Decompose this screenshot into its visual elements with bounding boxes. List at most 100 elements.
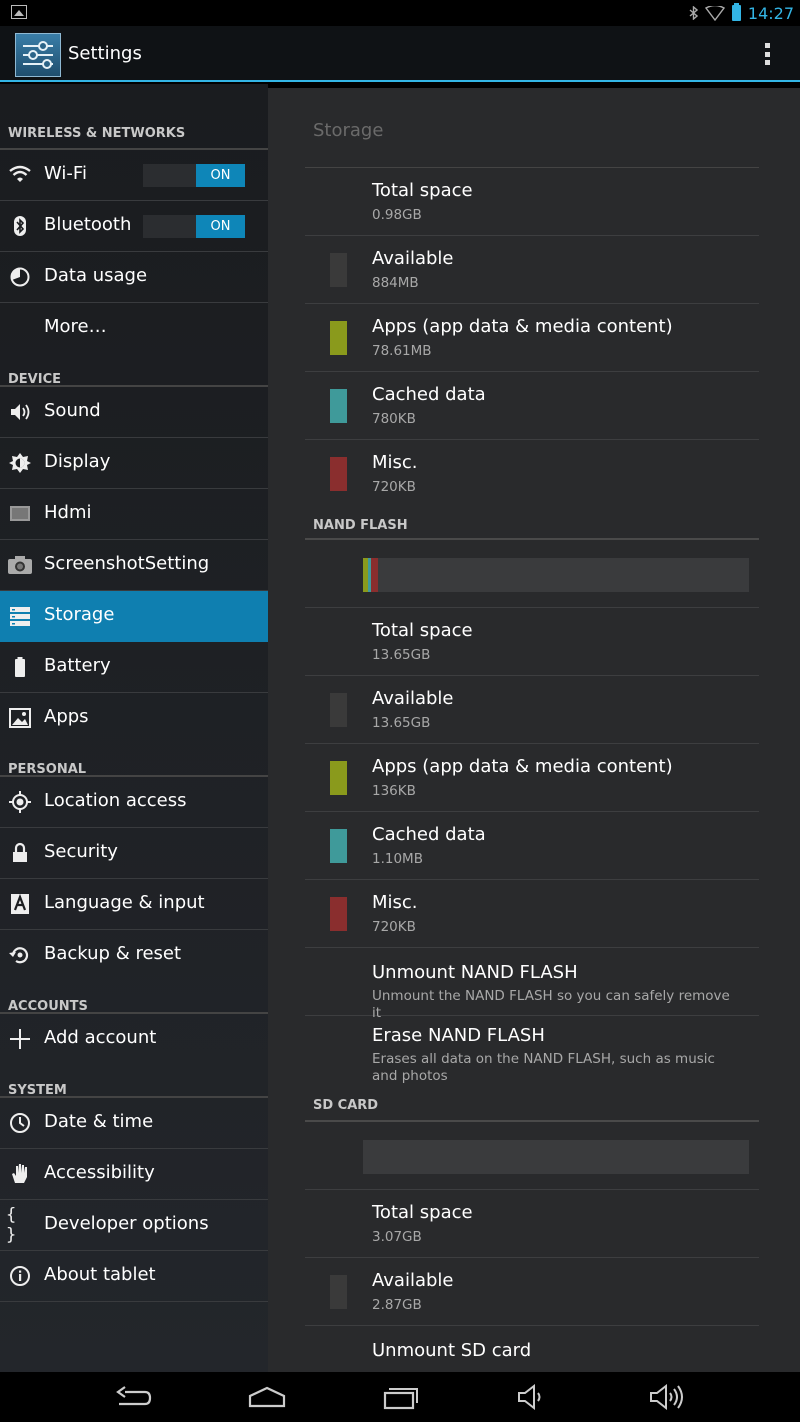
storage-row-available: Available 884MB [305, 236, 759, 304]
sidebar-item-language[interactable]: Language & input [0, 879, 268, 930]
storage-row-name: Misc. [372, 892, 418, 913]
storage-row-name: Misc. [372, 452, 418, 473]
color-swatch [330, 253, 347, 287]
sidebar-item-backup[interactable]: Backup & reset [0, 930, 268, 981]
sidebar-item-label: Date & time [44, 1111, 154, 1132]
bar-segment-misc [371, 558, 378, 592]
volume-up-icon[interactable] [648, 1384, 688, 1410]
back-icon[interactable] [113, 1384, 153, 1410]
storage-row-name: Available [372, 688, 454, 709]
volume-down-icon[interactable] [514, 1384, 554, 1410]
action-bar: Settings [0, 26, 800, 82]
action-title: Erase NAND FLASH [372, 1025, 545, 1046]
storage-row-value: 0.98GB [372, 207, 422, 223]
home-icon[interactable] [247, 1384, 287, 1410]
sidebar-item-storage[interactable]: Storage [0, 591, 268, 642]
sidebar-item-label: Security [44, 841, 118, 862]
status-bar: 14:27 [0, 0, 800, 26]
storage-row-apps[interactable]: Apps (app data & media content) 78.61MB [305, 304, 759, 372]
nand-usage-bar [363, 558, 749, 592]
sidebar-item-more[interactable]: More… [0, 303, 268, 354]
backup-icon [9, 947, 29, 964]
storage-row-cached[interactable]: Cached data 780KB [305, 372, 759, 440]
storage-row-value: 780KB [372, 411, 416, 427]
storage-row-name: Total space [372, 1202, 473, 1223]
color-swatch [330, 761, 347, 795]
location-icon [9, 791, 31, 813]
sidebar-item-apps[interactable]: Apps [0, 693, 268, 744]
sidebar-item-label: Accessibility [44, 1162, 155, 1183]
page-title: Storage [305, 88, 759, 168]
storage-row-available: Available 2.87GB [305, 1258, 759, 1326]
storage-row-value: 136KB [372, 783, 416, 799]
unmount-nand-button[interactable]: Unmount NAND FLASH Unmount the NAND FLAS… [305, 948, 759, 1021]
sidebar-item-developer[interactable]: { } Developer options [0, 1200, 268, 1251]
sidebar-item-hdmi[interactable]: Hdmi [0, 489, 268, 540]
clock-icon [10, 1113, 30, 1133]
section-header-system: SYSTEM [0, 1065, 268, 1098]
sidebar-item-bluetooth[interactable]: Bluetooth ON [0, 201, 268, 252]
sidebar-item-sound[interactable]: Sound [0, 387, 268, 438]
wifi-icon [9, 165, 31, 182]
sidebar-item-label: Developer options [44, 1213, 209, 1234]
sd-usage-bar [363, 1140, 749, 1174]
bluetooth-toggle[interactable]: ON [143, 215, 245, 238]
sidebar-item-add-account[interactable]: Add account [0, 1014, 268, 1065]
sidebar-item-label: Hdmi [44, 502, 92, 523]
section-header-wireless: WIRELESS & NETWORKS [0, 84, 268, 150]
color-swatch [330, 829, 347, 863]
sidebar-item-battery[interactable]: Battery [0, 642, 268, 693]
sidebar-item-accessibility[interactable]: Accessibility [0, 1149, 268, 1200]
sidebar-item-location[interactable]: Location access [0, 777, 268, 828]
storage-row-name: Cached data [372, 384, 486, 405]
brightness-icon [9, 453, 31, 473]
unmount-sd-button[interactable]: Unmount SD card [305, 1326, 759, 1372]
speaker-icon [11, 404, 30, 420]
storage-row-name: Available [372, 1270, 454, 1291]
wifi-toggle[interactable]: ON [143, 164, 245, 187]
settings-sliders-icon[interactable] [15, 33, 61, 77]
hand-icon [12, 1164, 27, 1183]
nand-usage-row [305, 540, 759, 608]
clock-time: 14:27 [747, 3, 794, 23]
sidebar-item-label: Wi-Fi [44, 163, 87, 184]
storage-row-total: Total space 13.65GB [305, 608, 759, 676]
color-swatch [330, 693, 347, 727]
monitor-icon [10, 506, 30, 521]
sidebar-item-label: Sound [44, 400, 101, 421]
sidebar-item-screenshot[interactable]: ScreenshotSetting [0, 540, 268, 591]
plus-icon [10, 1029, 30, 1049]
storage-row-value: 1.10MB [372, 851, 423, 867]
section-header-device: DEVICE [0, 354, 268, 387]
erase-nand-button[interactable]: Erase NAND FLASH Erases all data on the … [305, 1016, 759, 1092]
sidebar-item-label: More… [44, 316, 107, 337]
sidebar-item-label: Storage [44, 604, 115, 625]
sidebar-item-display[interactable]: Display [0, 438, 268, 489]
storage-row-apps[interactable]: Apps (app data & media content) 136KB [305, 744, 759, 812]
toggle-state: ON [196, 215, 245, 238]
overflow-menu-icon[interactable] [765, 43, 770, 65]
toggle-state: ON [196, 164, 245, 187]
sidebar-item-wifi[interactable]: Wi-Fi ON [0, 150, 268, 201]
color-swatch [330, 897, 347, 931]
storage-row-misc[interactable]: Misc. 720KB [305, 440, 759, 508]
sidebar-item-label: Backup & reset [44, 943, 182, 964]
bluetooth-icon [14, 216, 26, 236]
storage-icon [10, 607, 30, 626]
sidebar-item-date-time[interactable]: Date & time [0, 1098, 268, 1149]
sidebar-item-security[interactable]: Security [0, 828, 268, 879]
sidebar-item-data-usage[interactable]: Data usage [0, 252, 268, 303]
bluetooth-icon [689, 6, 698, 20]
camera-icon [8, 556, 32, 574]
storage-row-misc[interactable]: Misc. 720KB [305, 880, 759, 948]
sidebar-item-about[interactable]: About tablet [0, 1251, 268, 1302]
storage-row-value: 720KB [372, 479, 416, 495]
storage-row-cached[interactable]: Cached data 1.10MB [305, 812, 759, 880]
action-title: Unmount SD card [372, 1340, 532, 1361]
recents-icon[interactable] [381, 1384, 421, 1410]
lock-icon [13, 842, 27, 862]
gallery-notification-icon [11, 5, 27, 19]
sidebar-item-label: Display [44, 451, 111, 472]
wifi-icon [704, 5, 725, 21]
storage-row-value: 3.07GB [372, 1229, 422, 1245]
